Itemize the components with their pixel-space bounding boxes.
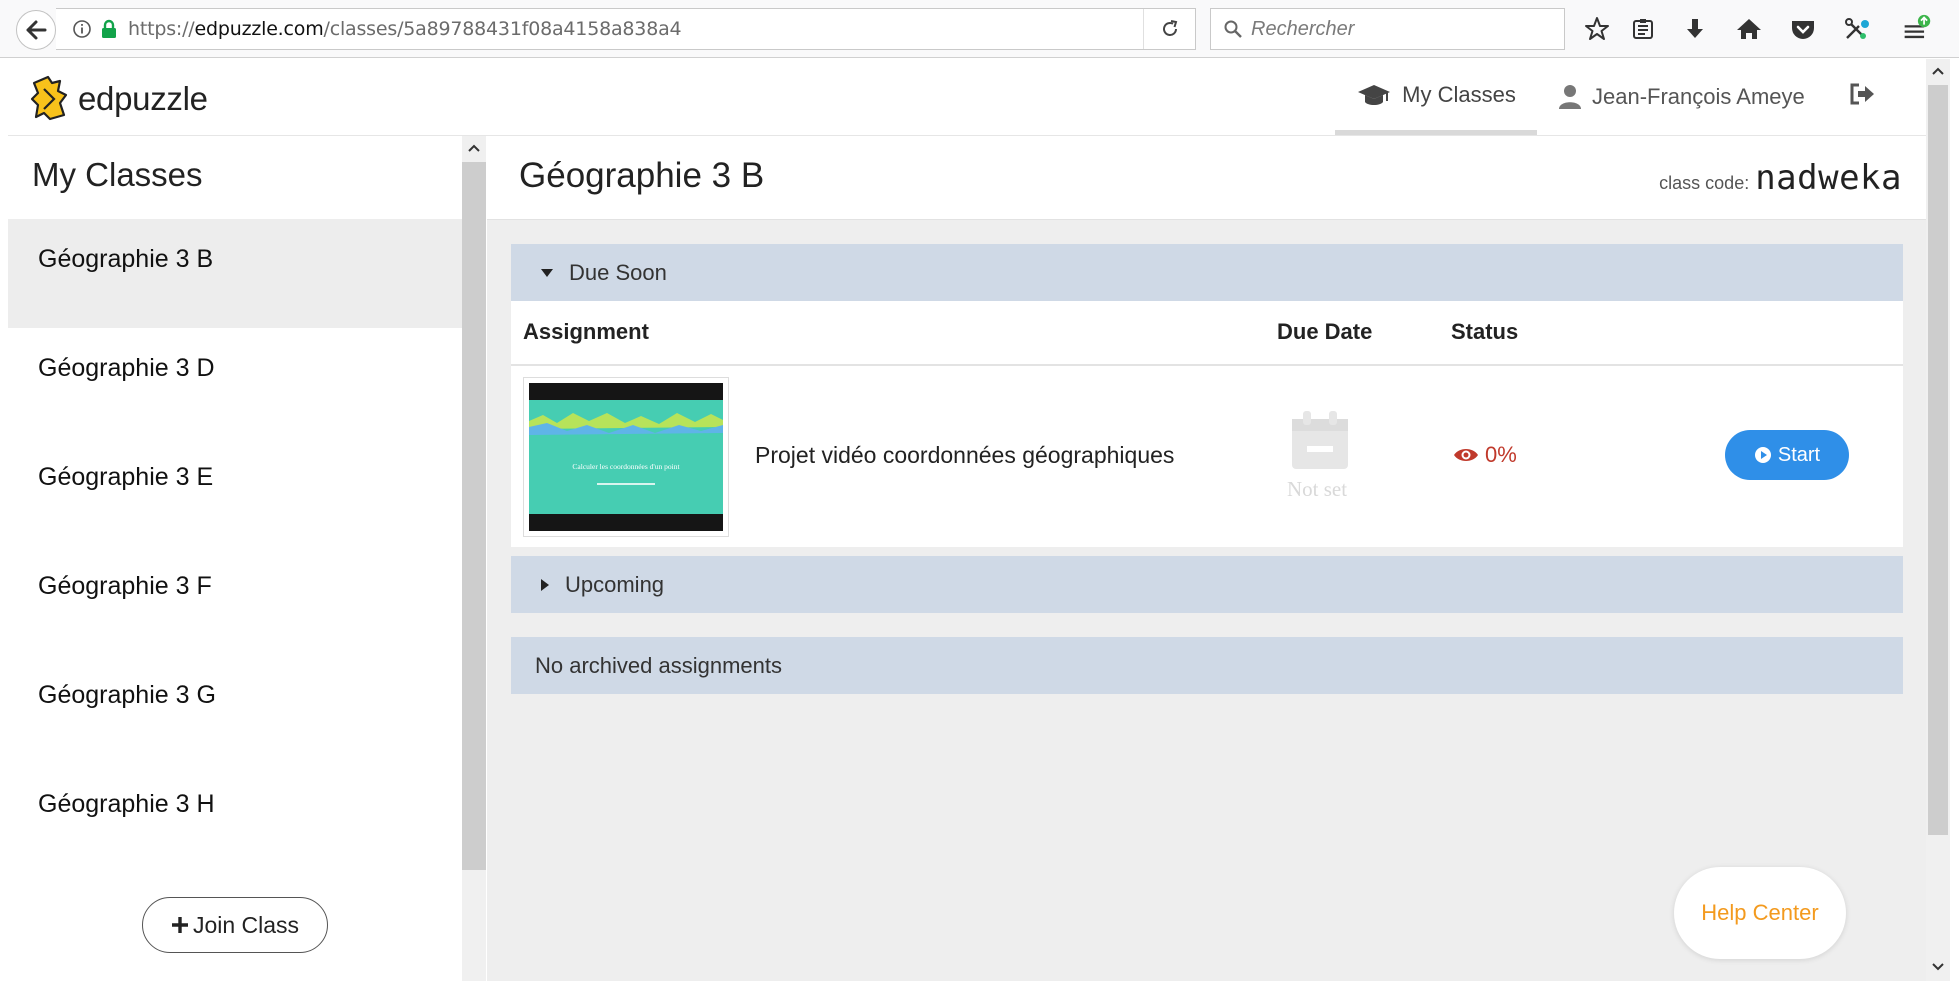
class-code: class code: nadweka [1659,158,1902,198]
nav-my-classes[interactable]: My Classes [1335,59,1537,135]
home-icon [1737,19,1761,39]
column-header-status: Status [1451,319,1519,344]
edpuzzle-logo[interactable]: edpuzzle [30,75,208,123]
join-class-button[interactable]: Join Class [142,897,328,953]
search-icon [1224,20,1242,38]
pocket-icon [1792,21,1814,39]
assignments-table: Assignment Due Date Status Calculer les … [511,301,1903,547]
search-input[interactable]: Rechercher [1251,18,1354,41]
archived-section[interactable]: No archived assignments [511,637,1903,694]
calendar-icon [1292,411,1348,469]
video-thumbnail[interactable]: Calculer les coordonnées d'un point [523,377,729,537]
column-header-due-date: Due Date [1277,319,1373,344]
lock-icon[interactable] [100,19,118,39]
help-center-button[interactable]: Help Center [1674,867,1846,959]
sidebar-title: My Classes [32,156,203,193]
due-soon-section-toggle[interactable]: Due Soon [511,244,1903,301]
chevron-up-icon [1932,67,1944,75]
caret-right-icon [541,578,549,591]
star-icon [1585,17,1609,40]
column-header-assignment: Assignment [523,319,649,344]
upcoming-section-toggle[interactable]: Upcoming [511,556,1903,613]
plus-icon [171,917,188,933]
status-progress: 0% [1453,442,1517,468]
reader-view-button[interactable] [1628,14,1658,44]
reading-list-icon [1633,19,1653,39]
sign-out-icon [1850,83,1874,105]
browser-toolbar: https://edpuzzle.com/classes/5a89788431f… [0,0,1959,58]
arrow-left-icon [26,20,47,40]
app-header: edpuzzle My Classes Jean-François Ameye [8,59,1926,136]
page-scrollbar-thumb[interactable] [1928,85,1948,835]
sidebar-class-item[interactable]: Géographie 3 G [8,655,462,764]
sidebar-class-item[interactable]: Géographie 3 F [8,546,462,655]
bookmark-star-button[interactable] [1582,14,1612,44]
nav-user-profile[interactable]: Jean-François Ameye [1558,59,1805,135]
url-text[interactable]: https://edpuzzle.com/classes/5a89788431f… [128,18,682,40]
extension-button[interactable] [1842,14,1872,44]
chevron-up-icon [468,144,480,152]
hamburger-menu-icon [1904,14,1931,39]
thumbnail-caption: Calculer les coordonnées d'un point [572,462,680,471]
url-bar[interactable]: https://edpuzzle.com/classes/5a89788431f… [56,8,1196,50]
class-header: Géographie 3 B class code: nadweka [487,136,1926,220]
video-thumbnail-image: Calculer les coordonnées d'un point [529,383,723,531]
class-main-panel: Géographie 3 B class code: nadweka Due S… [487,136,1926,981]
home-button[interactable] [1734,14,1764,44]
chevron-down-icon [1932,963,1944,971]
search-bar[interactable]: Rechercher [1210,8,1565,50]
pocket-button[interactable] [1788,14,1818,44]
assignment-title[interactable]: Projet vidéo coordonnées géographiques [755,442,1174,469]
download-arrow-icon [1687,19,1703,38]
tools-extension-icon [1845,18,1869,39]
page-scroll-down[interactable] [1926,955,1950,979]
page-scrollbar[interactable] [1926,59,1950,981]
downloads-button[interactable] [1680,14,1710,44]
page-scroll-up[interactable] [1926,59,1950,83]
scrollbar-thumb[interactable] [462,162,486,870]
reload-button[interactable] [1143,9,1195,49]
info-icon[interactable] [72,19,92,39]
start-assignment-button[interactable]: Start [1725,430,1849,480]
scroll-up-arrow[interactable] [462,136,486,160]
sidebar-class-item[interactable]: Géographie 3 B [8,219,462,328]
class-code-value: nadweka [1755,158,1902,198]
class-sidebar: My Classes Géographie 3 B Géographie 3 D… [8,136,462,981]
sidebar-scrollbar[interactable] [462,136,486,981]
graduation-cap-icon [1358,84,1391,105]
back-button[interactable] [16,10,56,50]
sidebar-class-item[interactable]: Géographie 3 E [8,437,462,546]
user-icon [1559,85,1581,109]
logout-button[interactable] [1848,81,1876,112]
reload-icon [1162,20,1177,36]
play-circle-icon [1754,447,1771,463]
menu-button[interactable] [1902,14,1932,44]
eye-icon [1454,449,1478,461]
sidebar-class-item[interactable]: Géographie 3 D [8,328,462,437]
due-date-value: Not set [1287,477,1348,501]
caret-down-icon [541,268,553,277]
class-title: Géographie 3 B [519,156,765,195]
sidebar-class-item[interactable]: Géographie 3 H [8,764,462,873]
puzzle-logo-icon [30,75,68,121]
header-divider [511,364,1903,366]
status-percent: 0% [1485,442,1517,467]
class-code-label: class code: [1659,173,1750,193]
